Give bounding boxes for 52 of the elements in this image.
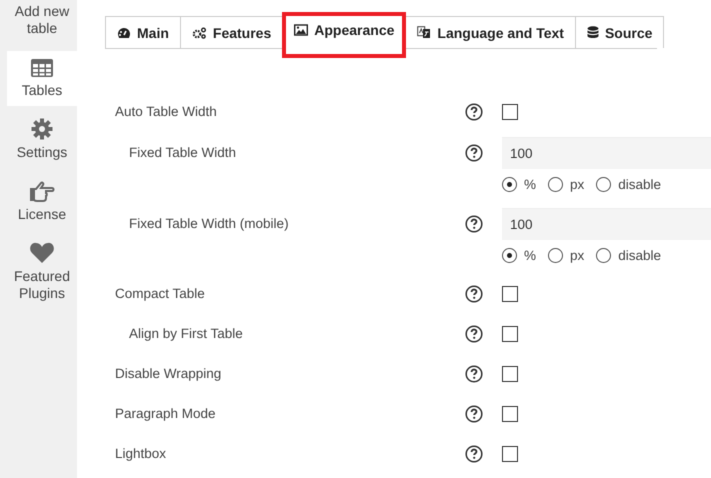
radio-option[interactable]: % (502, 248, 536, 262)
setting-label: Fixed Table Width (mobile) (128, 215, 290, 233)
radio-option[interactable]: % (502, 176, 536, 192)
radio-option[interactable]: px (548, 248, 584, 262)
tab[interactable]: Main (105, 16, 181, 48)
checkbox[interactable] (502, 104, 518, 120)
translate-icon (417, 26, 432, 39)
checkbox[interactable] (502, 286, 518, 302)
setting-label: Compact Table (115, 285, 206, 303)
pointing-hand-icon (29, 180, 55, 202)
setting-label: Align by First Table (128, 325, 244, 343)
grid-icon (30, 58, 54, 78)
help-icon[interactable] (465, 215, 483, 233)
radio-button[interactable] (502, 176, 517, 192)
setting-label: Lightbox (115, 445, 168, 463)
sidebar-item[interactable]: Featured Plugins (7, 235, 77, 309)
radio-option[interactable]: px (548, 176, 584, 192)
gauge-icon (117, 26, 131, 38)
number-field[interactable]: 100 (502, 137, 711, 169)
sidebar-item[interactable]: Settings (7, 111, 77, 168)
checkbox[interactable] (502, 406, 518, 422)
sidebar-item[interactable]: Add new table (7, 0, 77, 44)
setting-label: Auto Table Width (115, 103, 218, 121)
help-icon[interactable] (465, 445, 483, 463)
database-icon (586, 26, 599, 39)
setting-label: Paragraph Mode (115, 405, 217, 423)
radio-button[interactable] (548, 176, 564, 192)
checkbox[interactable] (502, 326, 518, 342)
help-icon[interactable] (465, 365, 483, 383)
sidebar-item[interactable]: License (7, 173, 77, 230)
radio-button[interactable] (502, 248, 517, 262)
radio-button[interactable] (596, 248, 612, 262)
help-icon[interactable] (465, 103, 483, 121)
tab[interactable]: Appearance (282, 12, 406, 58)
radio-option[interactable]: disable (596, 248, 662, 262)
setting-label: Disable Wrapping (115, 365, 222, 383)
help-icon[interactable] (465, 325, 483, 343)
tab[interactable]: Source (574, 16, 664, 48)
radio-option[interactable]: disable (596, 176, 662, 192)
setting-label: Fixed Table Width (128, 144, 238, 162)
help-icon[interactable] (465, 285, 483, 303)
number-field[interactable]: 100 (502, 208, 711, 240)
heart-icon (29, 242, 55, 264)
sidebar-item[interactable]: Tables (7, 51, 77, 106)
checkbox[interactable] (502, 446, 518, 462)
image-icon (294, 24, 308, 36)
gears-icon (192, 26, 207, 38)
help-icon[interactable] (465, 405, 483, 423)
radio-button[interactable] (596, 176, 612, 192)
radio-button[interactable] (548, 248, 564, 262)
help-icon[interactable] (465, 144, 483, 162)
checkbox[interactable] (502, 366, 518, 382)
